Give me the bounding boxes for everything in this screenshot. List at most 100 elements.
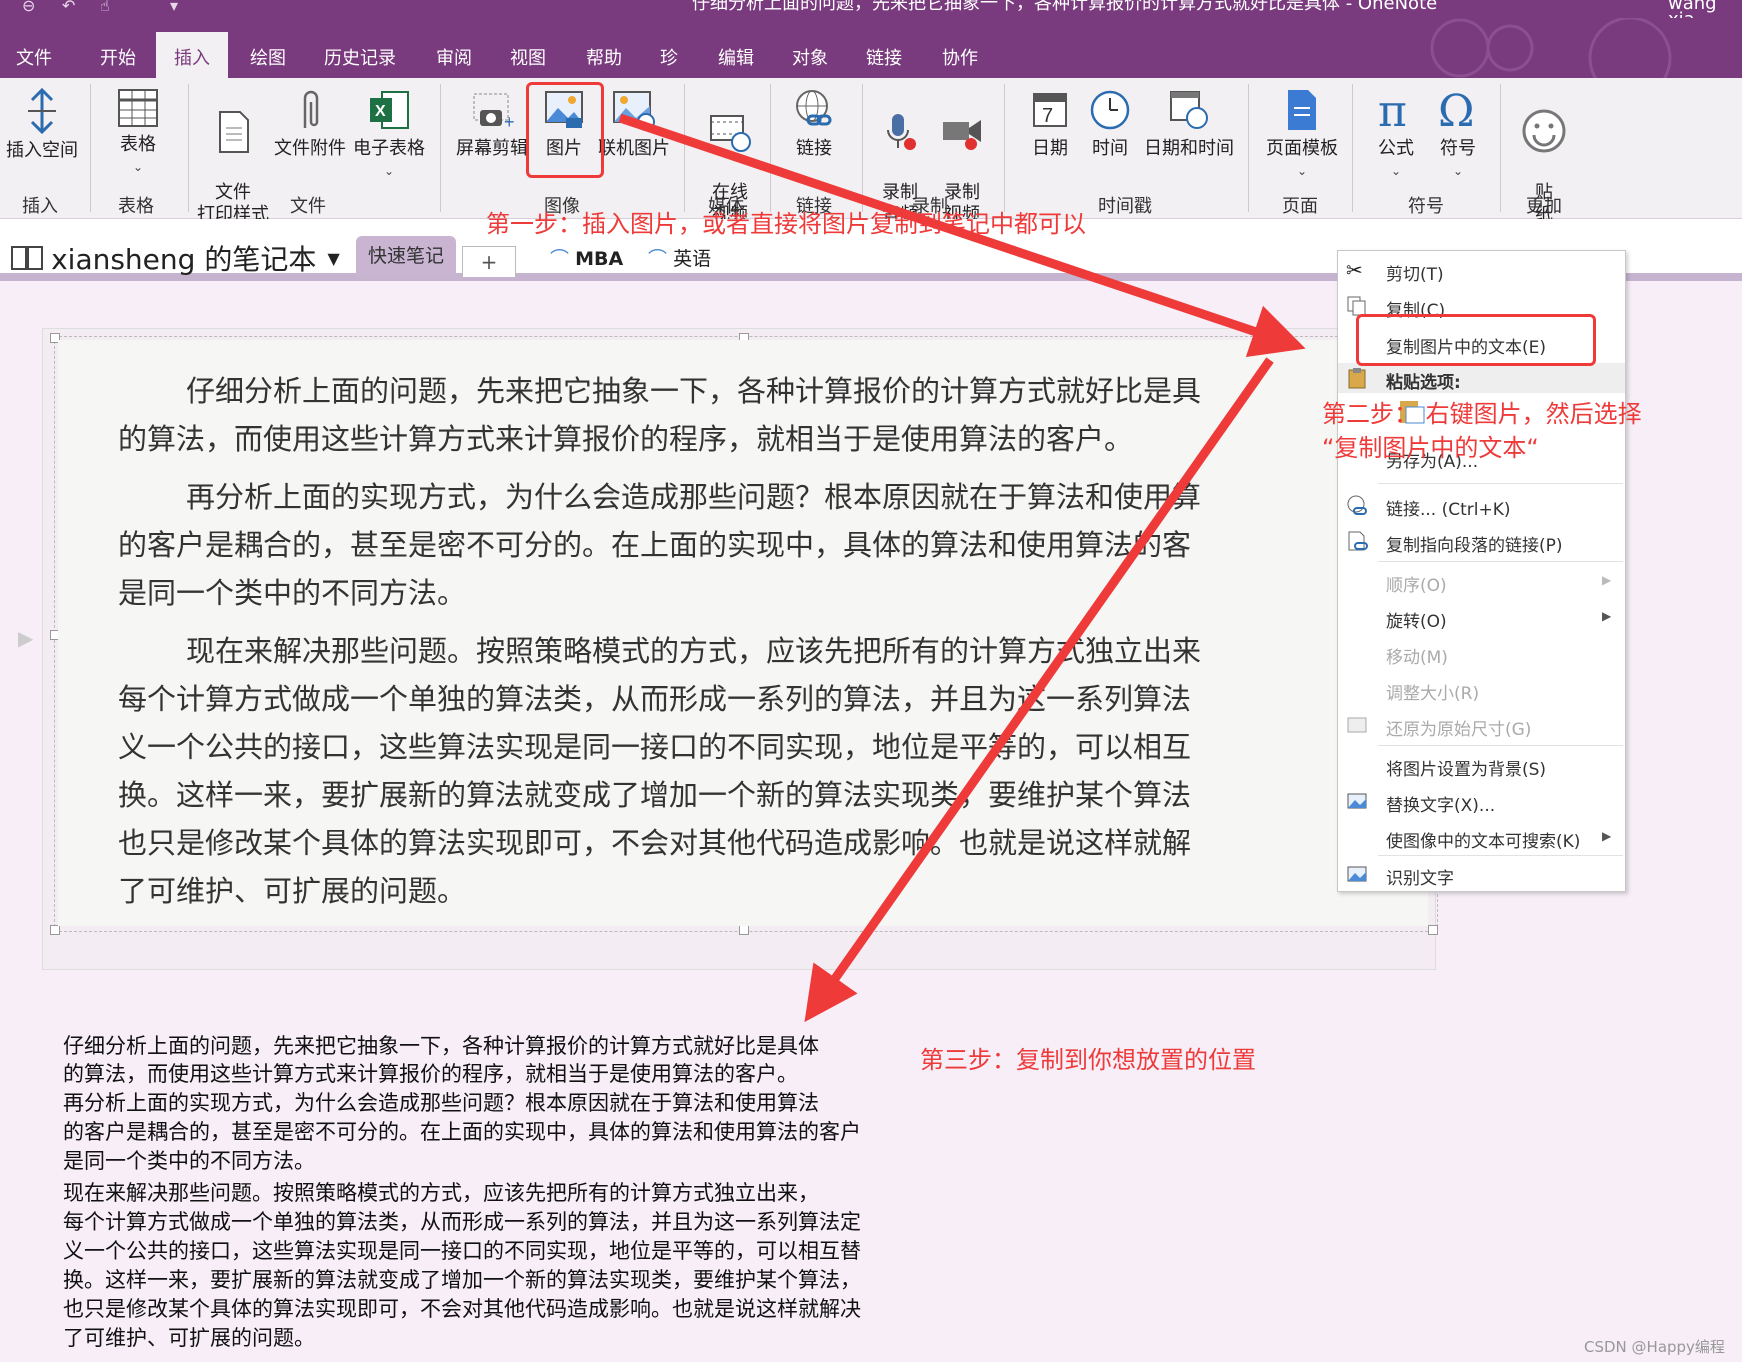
tab-file[interactable]: 文件 — [16, 44, 52, 70]
menu-item-label: 还原为原始尺寸(G) — [1386, 720, 1532, 740]
group-label-tables: 表格 — [118, 196, 154, 217]
notebook-name: xiansheng 的笔记本 — [51, 243, 317, 276]
alt-text-icon — [1347, 793, 1367, 809]
resize-handle[interactable] — [739, 925, 749, 935]
menu-item-set-background[interactable]: 将图片设置为背景(S) — [1338, 747, 1625, 783]
equation-button[interactable]: π 公式 ⌄ — [1366, 86, 1426, 182]
tab-help[interactable]: 帮助 — [586, 44, 622, 70]
ribbon-separator — [684, 84, 685, 212]
menu-item-link[interactable]: 链接... (Ctrl+K) — [1338, 487, 1625, 523]
scanned-text-image[interactable]: 仔细分析上面的问题，先来把它抽象一下，各种计算报价的计算方式就好比是具 的算法，… — [58, 340, 1428, 926]
paragraph-handle-icon[interactable]: ▶ — [18, 626, 33, 650]
touch-mode-icon[interactable]: ☝ — [100, 0, 110, 14]
customize-toolbar-icon[interactable]: ▾ — [170, 0, 178, 14]
tab-draw[interactable]: 绘图 — [250, 44, 286, 70]
section-link-icon: ⌒ — [648, 248, 668, 270]
file-printout-button[interactable]: 文件 打印样式 — [192, 88, 274, 226]
user-name[interactable]: wang xia — [1668, 0, 1742, 18]
group-label-symbols: 符号 — [1408, 196, 1444, 217]
date-button[interactable]: 7 日期 — [1020, 88, 1080, 160]
paste-options-label: 粘贴选项: — [1386, 373, 1461, 393]
date-label: 日期 — [1032, 138, 1068, 159]
tab-quick-notes[interactable]: 快速笔记 — [356, 236, 456, 276]
scanned-line: 的客户是耦合的，甚至是密不可分的。在上面的实现中，具体的算法和使用算法的客 — [118, 528, 1192, 562]
notebook-icon — [11, 246, 43, 270]
online-picture-icon — [613, 91, 655, 131]
tab-history[interactable]: 历史记录 — [324, 44, 396, 70]
resize-handle[interactable] — [1428, 925, 1438, 935]
chevron-down-icon: ⌄ — [1390, 164, 1402, 178]
scanned-line: 每个计算方式做成一个单独的算法类，从而形成一系列的算法，并且为这一系列算法 — [118, 682, 1192, 716]
menu-item-restore-size: 还原为原始尺寸(G) — [1338, 707, 1625, 743]
online-picture-button[interactable]: 联机图片 — [598, 88, 670, 160]
group-label-files: 文件 — [290, 196, 326, 217]
menu-item-resize: 调整大小(R) — [1338, 671, 1625, 707]
menu-item-cut[interactable]: ✂ 剪切(T) — [1338, 251, 1625, 287]
menu-item-alt-text[interactable]: 替换文字(X)... — [1338, 783, 1625, 819]
resize-handle[interactable] — [50, 925, 60, 935]
table-button[interactable]: 表格 ⌄ — [108, 88, 168, 178]
section-link-mba[interactable]: ⌒ MBA — [550, 244, 623, 271]
page-template-icon — [1288, 90, 1316, 130]
section-link-english[interactable]: ⌒ 英语 — [648, 244, 711, 271]
symbol-label: 符号 — [1440, 138, 1476, 159]
tab-review[interactable]: 审阅 — [436, 44, 472, 70]
date-time-label: 日期和时间 — [1144, 138, 1234, 159]
link-button[interactable]: 链接 — [784, 88, 844, 160]
menu-item-label: 顺序(O) — [1386, 576, 1447, 596]
scissors-icon: ✂ — [1346, 258, 1363, 282]
clipboard-icon — [1348, 368, 1366, 389]
page-template-button[interactable]: 页面模板 ⌄ — [1260, 88, 1344, 182]
undo-icon[interactable]: ↶ — [62, 0, 75, 14]
pasted-line: 也只是修改某个具体的算法实现即可，不会对其他代码造成影响。也就是说这样就解决 — [63, 1297, 861, 1321]
time-label: 时间 — [1092, 138, 1128, 159]
pasted-line: 的客户是耦合的，甚至是密不可分的。在上面的实现中，具体的算法和使用算法的客户 — [63, 1120, 861, 1144]
link-globe-icon — [1347, 495, 1367, 515]
title-bar: ⊖ ↶ ☝ ▾ 仔细分析上面的问题，先来把它抽象一下，各种计算报价的计算方式就好… — [0, 0, 1742, 18]
menu-item-make-searchable[interactable]: 使图像中的文本可搜索(K) ▶ — [1338, 819, 1625, 855]
menu-item-copy-link-paragraph[interactable]: 复制指向段落的链接(P) — [1338, 523, 1625, 559]
tab-home[interactable]: 开始 — [100, 44, 136, 70]
watermark-text: CSDN @Happy编程 — [1584, 1338, 1725, 1356]
chevron-down-icon: ⌄ — [132, 160, 144, 174]
back-icon[interactable]: ⊖ — [22, 0, 35, 14]
pasted-text-block[interactable]: 仔细分析上面的问题，先来把它抽象一下，各种计算报价的计算方式就好比是具体 的算法… — [58, 1032, 908, 1362]
tab-insert[interactable]: 插入 — [156, 32, 228, 84]
screen-clipping-button[interactable]: + 屏幕剪辑 — [452, 88, 532, 160]
menu-item-rotate[interactable]: 旋转(O) ▶ — [1338, 599, 1625, 635]
group-label-more: 更加 — [1526, 196, 1562, 217]
date-time-button[interactable]: 日期和时间 — [1142, 88, 1236, 160]
menu-item-label: 剪切(T) — [1386, 265, 1444, 285]
scanned-line: 仔细分析上面的问题，先来把它抽象一下，各种计算报价的计算方式就好比是具 — [186, 374, 1202, 408]
insert-space-button[interactable]: 插入空间 — [4, 88, 80, 162]
chevron-down-icon: ⌄ — [1452, 164, 1464, 178]
time-button[interactable]: 时间 — [1080, 88, 1140, 160]
tab-links[interactable]: 链接 — [866, 44, 902, 70]
menu-item-label: 旋转(O) — [1386, 612, 1447, 632]
pasted-line: 每个计算方式做成一个单独的算法类，从而形成一系列的算法，并且为这一系列算法定 — [63, 1210, 861, 1234]
tab-objects[interactable]: 对象 — [792, 44, 828, 70]
tab-zhen[interactable]: 珍 — [660, 44, 678, 70]
camera-icon: + — [473, 93, 514, 132]
group-label-pages: 页面 — [1282, 196, 1318, 217]
highlight-picture-button — [526, 82, 604, 178]
tab-collaborate[interactable]: 协作 — [942, 44, 978, 70]
pi-icon: π — [1378, 86, 1407, 132]
window-title: 仔细分析上面的问题，先来把它抽象一下，各种计算报价的计算方式就好比是具体 - O… — [692, 0, 1438, 14]
spreadsheet-button[interactable]: X 电子表格 ⌄ — [348, 88, 430, 182]
omega-icon: Ω — [1438, 86, 1474, 132]
ribbon-separator — [440, 84, 441, 212]
symbol-button[interactable]: Ω 符号 ⌄ — [1428, 86, 1488, 182]
add-section-button[interactable]: + — [462, 246, 516, 277]
tab-edit[interactable]: 编辑 — [718, 44, 754, 70]
page-template-label: 页面模板 — [1266, 138, 1338, 159]
file-attachment-button[interactable]: 文件附件 — [272, 88, 348, 160]
highlight-copy-text-item — [1356, 314, 1596, 366]
table-label: 表格 — [120, 134, 156, 155]
notebook-picker[interactable]: xiansheng 的笔记本 ▼ — [10, 238, 340, 278]
menu-item-recognize-text[interactable]: 识别文字 — [1338, 857, 1625, 891]
chevron-down-icon: ▼ — [327, 248, 340, 268]
table-icon — [118, 89, 158, 127]
tab-view[interactable]: 视图 — [510, 44, 546, 70]
paperclip-icon — [303, 90, 319, 128]
